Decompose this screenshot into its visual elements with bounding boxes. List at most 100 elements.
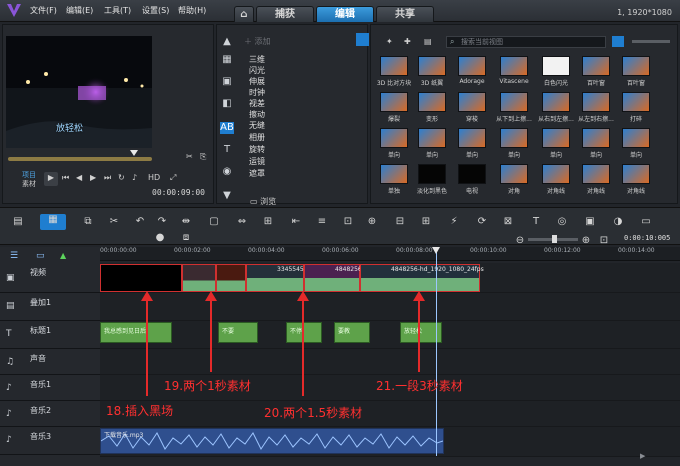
copy-icon[interactable]: ⧉ (82, 216, 94, 228)
fx-category-item[interactable]: 时钟 (249, 87, 265, 98)
transition-thumbnail[interactable] (582, 164, 610, 184)
transition-thumbnail[interactable] (622, 56, 650, 76)
mask-icon[interactable]: ▣ (584, 216, 596, 228)
transition-thumbnail[interactable] (582, 92, 610, 112)
smart-package-icon[interactable]: ⧈ (180, 232, 192, 244)
split-icon[interactable]: ⎘ (200, 151, 206, 163)
zoom-in-icon[interactable]: ⊕ (580, 235, 592, 247)
transition-tab-icon[interactable]: AB (220, 122, 234, 134)
record-icon[interactable]: ▢ (208, 216, 220, 228)
fx-category-item[interactable]: 三维 (249, 54, 265, 65)
music-clip[interactable]: 下载音乐.mp3 (100, 428, 444, 454)
subtitle-icon[interactable]: ⊟ (394, 216, 406, 228)
ripple-edit-icon[interactable]: ▲ (60, 251, 66, 260)
mode-clip[interactable]: 素材 (22, 179, 36, 189)
browse-button[interactable]: ▭ 浏览 (250, 196, 276, 207)
fx-category-item[interactable]: 无缝 (249, 120, 265, 131)
undo-icon[interactable]: ↶ (134, 216, 146, 228)
menu-tools[interactable]: 工具(T) (104, 5, 131, 16)
search-input[interactable]: ⌕ 搜索当前视图 (446, 36, 606, 48)
favorite-icon[interactable]: ✚ (404, 36, 411, 48)
record-audio-icon[interactable]: ● (154, 232, 166, 244)
redo-icon[interactable]: ↷ (156, 216, 168, 228)
scroll-down-icon[interactable]: ▼ (220, 190, 234, 202)
title-clip[interactable]: 不要 (218, 322, 258, 343)
tab-home[interactable]: ⌂ (234, 6, 254, 22)
transition-thumbnail[interactable] (458, 164, 486, 184)
fx-category-item[interactable]: 旋转 (249, 144, 265, 155)
show-all-tracks-icon[interactable]: ☰ (10, 251, 18, 261)
transition-icon[interactable]: ◧ (220, 98, 234, 110)
thumb-size-slider[interactable] (632, 40, 670, 43)
color-icon[interactable]: ◑ (612, 216, 624, 228)
timeline-time-display[interactable]: 0:00:10:005 (624, 234, 670, 242)
transition-thumbnail[interactable] (500, 164, 528, 184)
scroll-right-icon[interactable]: ▶ (640, 452, 645, 460)
scroll-up-icon[interactable]: ▲ (220, 36, 234, 48)
add-icon[interactable]: ✦ (386, 36, 393, 48)
prev-frame-icon[interactable]: ◀ (76, 172, 82, 184)
view-toggle-icon[interactable] (612, 36, 624, 47)
enlarge-icon[interactable]: ⤢ (170, 172, 176, 184)
trim-icon[interactable]: ✂ (186, 151, 193, 163)
add-folder-button[interactable]: ＋ 添加 (244, 36, 271, 47)
transition-thumbnail[interactable] (542, 92, 570, 112)
auto-music-icon[interactable]: ⊡ (342, 216, 354, 228)
menu-settings[interactable]: 设置(S) (142, 5, 169, 16)
transition-thumbnail[interactable] (500, 92, 528, 112)
transition-thumbnail[interactable] (418, 164, 446, 184)
add-track-icon[interactable]: ▭ (36, 251, 45, 261)
3d-title-icon[interactable]: T (530, 216, 542, 228)
screen-icon[interactable]: ▭ (640, 216, 652, 228)
fx-category-item[interactable]: 闪光 (249, 65, 265, 76)
fx-category-item[interactable]: 相册 (249, 132, 265, 143)
fx-category-item[interactable]: 视差 (249, 98, 265, 109)
title-clip[interactable]: 要教 (334, 322, 370, 343)
transition-thumbnail[interactable] (500, 56, 528, 76)
playhead-handle[interactable] (432, 247, 440, 254)
multicam-icon[interactable]: ⊞ (420, 216, 432, 228)
playhead[interactable] (436, 249, 437, 456)
tab-capture[interactable]: 捕获 (256, 6, 314, 22)
transition-thumbnail[interactable] (542, 56, 570, 76)
chapter-icon[interactable]: ⊕ (366, 216, 378, 228)
volume-icon[interactable]: ♪ (132, 172, 137, 184)
video-clip[interactable] (216, 264, 246, 292)
tab-edit[interactable]: 编辑 (316, 6, 374, 22)
preview-timecode[interactable]: 00:00:09:00 (152, 188, 205, 197)
zoom-handle[interactable] (552, 235, 557, 243)
transition-thumbnail[interactable] (458, 92, 486, 112)
mixer-icon[interactable]: ≡ (316, 216, 328, 228)
snap-icon[interactable]: ⇔ (236, 216, 248, 228)
transition-thumbnail[interactable] (380, 92, 408, 112)
preview-screen[interactable]: 放轻松 (6, 36, 152, 148)
fit-icon[interactable]: ⇹ (180, 216, 192, 228)
transition-thumbnail[interactable] (418, 128, 446, 148)
transition-thumbnail[interactable] (380, 128, 408, 148)
transition-thumbnail[interactable] (622, 128, 650, 148)
rotate-icon[interactable]: ⟳ (476, 216, 488, 228)
end-icon[interactable]: ⏭ (104, 172, 111, 184)
fx-category-item[interactable]: 擦动 (249, 109, 265, 120)
black-clip[interactable] (100, 264, 182, 292)
transition-thumbnail[interactable] (582, 128, 610, 148)
play-icon[interactable]: ▶ (44, 172, 58, 186)
transition-thumbnail[interactable] (418, 92, 446, 112)
transition-thumbnail[interactable] (622, 164, 650, 184)
track-manager-icon[interactable]: ⇤ (290, 216, 302, 228)
transition-thumbnail[interactable] (380, 164, 408, 184)
storyboard-view-icon[interactable]: ▤ (12, 216, 24, 228)
next-frame-icon[interactable]: ▶ (90, 172, 96, 184)
cut-icon[interactable]: ✂ (108, 216, 120, 228)
timeline-ruler[interactable]: 00:00:00:00 00:00:02:00 00:00:04:00 00:00:0… (100, 247, 680, 261)
start-icon[interactable]: ⏮ (62, 172, 69, 184)
ripple-icon[interactable]: ⚡ (448, 216, 460, 228)
motion-tracking-icon[interactable]: ◎ (556, 216, 568, 228)
video-clip[interactable]: 3345545 (246, 264, 304, 292)
preview-scrubber[interactable] (8, 157, 152, 161)
fx-category-item[interactable]: 遮罩 (249, 168, 265, 179)
transition-thumbnail[interactable] (542, 128, 570, 148)
menu-edit[interactable]: 编辑(E) (66, 5, 93, 16)
fit-project-icon[interactable]: ⊡ (598, 235, 610, 247)
video-clip[interactable] (182, 264, 216, 292)
